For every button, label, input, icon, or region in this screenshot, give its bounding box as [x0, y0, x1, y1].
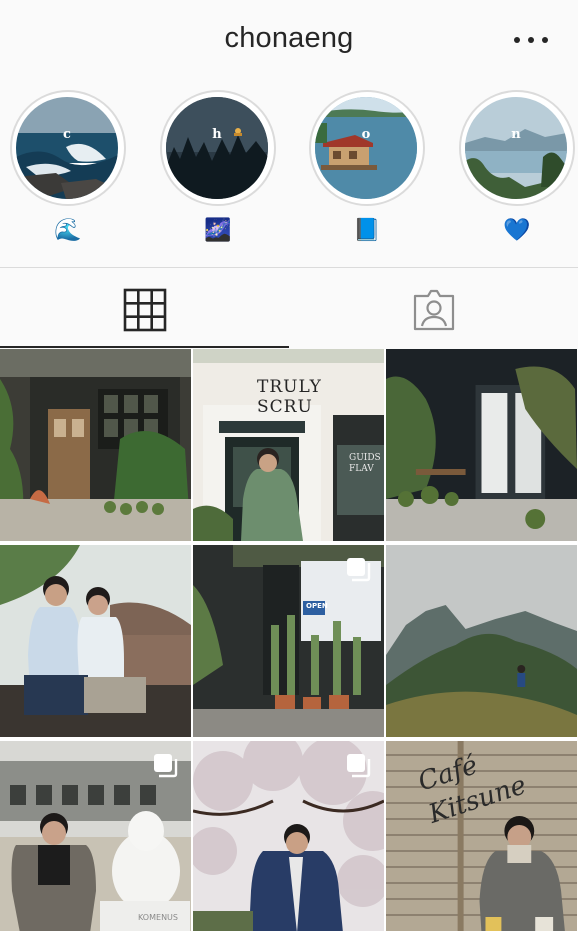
profile-header: chonaeng [0, 0, 578, 80]
post-image [0, 545, 191, 737]
post-thumbnail-2[interactable]: TRULY SCRU GUIDS FLAV [193, 349, 384, 541]
post-thumbnail-7[interactable]: KOMENUS [0, 741, 191, 931]
highlight-cover-lake-house: o [315, 97, 417, 199]
post-thumbnail-3[interactable] [386, 349, 577, 541]
statue-text: KOMENUS [138, 913, 178, 922]
highlight-cover-night: h [166, 97, 268, 199]
profile-username: chonaeng [224, 22, 354, 54]
post-image [0, 349, 191, 541]
tab-grid[interactable] [0, 268, 289, 348]
tagged-person-icon [413, 289, 454, 331]
sign-text-small: GUIDS FLAV [349, 453, 381, 474]
highlight-emoji-label: 💙 [503, 217, 531, 242]
posts-grid: TRULY SCRU GUIDS FLAV OPEN KOMENUS Café … [0, 349, 578, 931]
sign-text: TRULY SCRU [257, 377, 322, 417]
story-highlights: c 🌊 h 🌌 o 📘 n 💙 [0, 84, 578, 254]
post-thumbnail-8[interactable] [193, 741, 384, 931]
post-image [386, 545, 577, 737]
multiple-photos-icon [347, 558, 371, 582]
sign-text: OPEN [306, 602, 328, 610]
multiple-photos-icon [347, 754, 371, 778]
highlight-item-h[interactable]: h 🌌 [159, 90, 277, 250]
highlight-cover-ocean: c [16, 97, 118, 199]
profile-tabs [0, 268, 578, 348]
post-thumbnail-6[interactable] [386, 545, 577, 737]
multiple-photos-icon [154, 754, 178, 778]
post-thumbnail-1[interactable] [0, 349, 191, 541]
more-horizontal-icon [514, 37, 520, 43]
post-thumbnail-4[interactable] [0, 545, 191, 737]
highlight-emoji-label: 📘 [353, 217, 381, 242]
highlight-emoji-label: 🌊 [54, 217, 82, 242]
active-tab-indicator [0, 346, 289, 348]
highlight-item-c[interactable]: c 🌊 [9, 90, 127, 250]
highlight-item-o[interactable]: o 📘 [308, 90, 426, 250]
highlight-cover-mountain-lake: n [465, 97, 567, 199]
post-image [386, 349, 577, 541]
post-thumbnail-5[interactable]: OPEN [193, 545, 384, 737]
highlight-emoji-label: 🌌 [204, 217, 232, 242]
more-options-button[interactable] [514, 30, 548, 50]
post-thumbnail-9[interactable]: Café Kitsune [386, 741, 577, 931]
tab-tagged[interactable] [289, 268, 578, 348]
highlight-item-n[interactable]: n 💙 [458, 90, 576, 250]
grid-icon [123, 288, 166, 332]
